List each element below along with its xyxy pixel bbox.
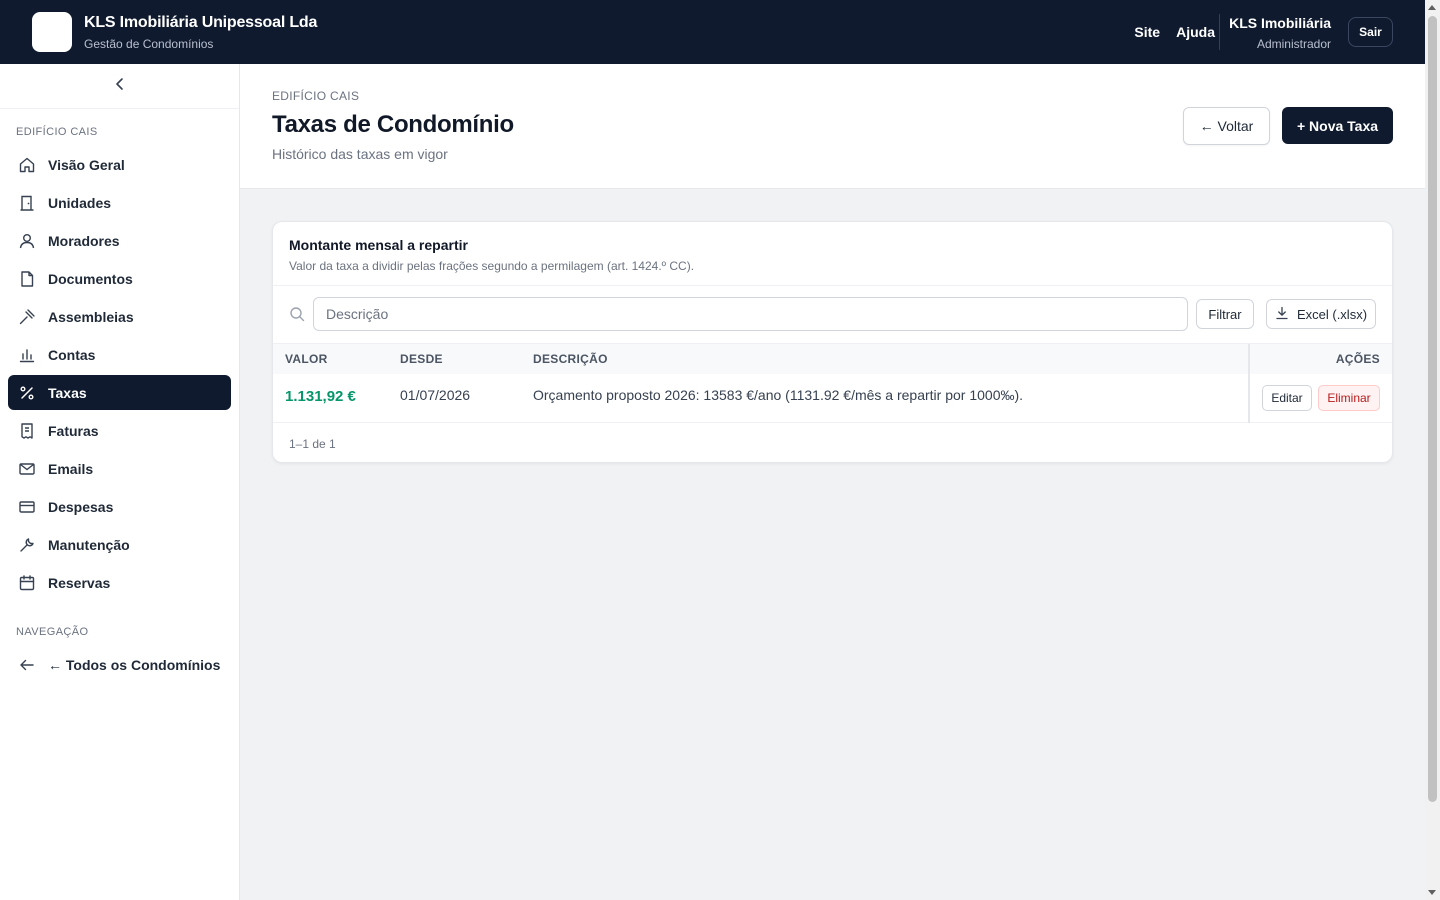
- back-button[interactable]: ← Voltar: [1183, 107, 1270, 145]
- fee-description: Orçamento proposto 2026: 13583 €/ano (11…: [533, 387, 1024, 403]
- sidebar-item-faturas[interactable]: Faturas: [8, 413, 231, 448]
- company-logo: [32, 12, 72, 52]
- user-info: KLS Imobiliária Administrador: [1229, 15, 1331, 51]
- scroll-up-arrow-icon[interactable]: [1428, 5, 1436, 10]
- sidebar-item-reservas[interactable]: Reservas: [8, 565, 231, 600]
- column-header-desde[interactable]: DESDE: [400, 344, 533, 374]
- percent-icon: [18, 384, 36, 402]
- gavel-icon: [18, 308, 36, 326]
- export-excel-button[interactable]: Excel (.xlsx): [1266, 299, 1376, 329]
- fees-table: VALOR DESDE DESCRIÇÃO AÇÕES 1.131,92 € 0…: [273, 344, 1392, 423]
- company-name: KLS Imobiliária Unipessoal Lda: [84, 14, 318, 31]
- sidebar-item-label: Despesas: [48, 498, 114, 515]
- sidebar-item-contas[interactable]: Contas: [8, 337, 231, 372]
- door-icon: [18, 194, 36, 212]
- row-actions: Editar Eliminar: [1248, 374, 1392, 422]
- sidebar-item-despesas[interactable]: Despesas: [8, 489, 231, 524]
- sidebar-item-label: Moradores: [48, 232, 120, 249]
- breadcrumb: EDIFÍCIO CAIS: [272, 89, 360, 103]
- receipt-icon: [18, 422, 36, 440]
- sidebar-item-label: Unidades: [48, 194, 112, 211]
- sidebar-item-label: ← Todos os Condomínios: [48, 656, 221, 673]
- filter-button[interactable]: Filtrar: [1196, 299, 1254, 329]
- user-name: KLS Imobiliária: [1229, 15, 1331, 31]
- search-input[interactable]: [313, 297, 1188, 331]
- sidebar-item-label: Documentos: [48, 270, 133, 287]
- search-icon: [289, 306, 305, 327]
- app-subtitle: Gestão de Condomínios: [84, 37, 214, 51]
- sidebar-item-all-condos[interactable]: ← Todos os Condomínios: [8, 647, 231, 682]
- page-scrollbar[interactable]: [1425, 0, 1440, 900]
- sidebar-item-assembleias[interactable]: Assembleias: [8, 299, 231, 334]
- sidebar-item-label: Manutenção: [48, 536, 130, 553]
- credit-card-icon: [18, 498, 36, 516]
- home-icon: [18, 156, 36, 174]
- bar-chart-icon: [18, 346, 36, 364]
- delete-button[interactable]: Eliminar: [1318, 385, 1380, 411]
- sidebar-item-manutencao[interactable]: Manutenção: [8, 527, 231, 562]
- page-subtitle: Histórico das taxas em vigor: [272, 146, 448, 162]
- export-excel-label: Excel (.xlsx): [1296, 306, 1368, 322]
- new-fee-button[interactable]: + Nova Taxa: [1282, 107, 1393, 144]
- sidebar-item-documentos[interactable]: Documentos: [8, 261, 231, 296]
- sidebar-item-label: Contas: [48, 346, 96, 363]
- fee-start-date: 01/07/2026: [400, 387, 471, 403]
- sidebar-item-label: Visão Geral: [48, 156, 125, 173]
- sidebar: EDIFÍCIO CAIS Visão Geral Unidades Morad…: [0, 64, 240, 900]
- sidebar-item-label: Assembleias: [48, 308, 134, 325]
- user-icon: [18, 232, 36, 250]
- fees-card: Montante mensal a repartir Valor da taxa…: [272, 221, 1393, 463]
- table-toolbar: Filtrar Excel (.xlsx): [273, 286, 1392, 344]
- user-role: Administrador: [1256, 37, 1331, 51]
- sidebar-item-visao-geral[interactable]: Visão Geral: [8, 147, 231, 182]
- card-title: Montante mensal a repartir: [289, 237, 468, 253]
- page-header: EDIFÍCIO CAIS Taxas de Condomínio Histór…: [240, 64, 1425, 189]
- chevron-left-icon[interactable]: [113, 77, 127, 96]
- sidebar-item-label: Emails: [48, 460, 94, 477]
- wrench-icon: [18, 536, 36, 554]
- file-icon: [18, 270, 36, 288]
- top-bar: KLS Imobiliária Unipessoal Lda Gestão de…: [0, 0, 1425, 64]
- card-subtitle: Valor da taxa a dividir pelas frações se…: [289, 259, 695, 273]
- sidebar-item-label: Taxas: [48, 384, 87, 401]
- table-row: 1.131,92 € 01/07/2026 Orçamento proposto…: [273, 374, 1392, 422]
- sidebar-item-unidades[interactable]: Unidades: [8, 185, 231, 220]
- sidebar-collapse-row: [0, 64, 239, 109]
- logout-button[interactable]: Sair: [1348, 17, 1393, 47]
- top-links: Site Ajuda: [1134, 0, 1215, 64]
- edit-button[interactable]: Editar: [1262, 385, 1312, 411]
- brand: KLS Imobiliária Unipessoal Lda Gestão de…: [84, 14, 317, 51]
- sidebar-item-label: Faturas: [48, 422, 99, 439]
- sidebar-item-taxas[interactable]: Taxas: [8, 375, 231, 410]
- arrow-left-icon: [18, 656, 36, 674]
- card-header: Montante mensal a repartir Valor da taxa…: [273, 222, 1392, 286]
- mail-icon: [18, 460, 36, 478]
- calendar-icon: [18, 574, 36, 592]
- page-title: Taxas de Condomínio: [272, 111, 514, 138]
- fee-value: 1.131,92 €: [285, 388, 356, 405]
- help-link[interactable]: Ajuda: [1176, 24, 1215, 40]
- sidebar-item-moradores[interactable]: Moradores: [8, 223, 231, 258]
- top-divider: [1219, 14, 1220, 50]
- pagination-info: 1–1 de 1: [289, 436, 336, 451]
- site-link[interactable]: Site: [1134, 24, 1160, 40]
- scroll-thumb[interactable]: [1428, 16, 1437, 802]
- sidebar-section-navigation: NAVEGAÇÃO: [16, 626, 89, 638]
- column-header-descricao[interactable]: DESCRIÇÃO: [533, 344, 1249, 374]
- sidebar-item-label: Reservas: [48, 574, 111, 591]
- sidebar-section-building: EDIFÍCIO CAIS: [16, 126, 98, 138]
- download-icon: [1275, 306, 1289, 323]
- column-header-acoes: AÇÕES: [1248, 344, 1392, 374]
- scroll-down-arrow-icon[interactable]: [1428, 890, 1436, 895]
- table-header-row: VALOR DESDE DESCRIÇÃO AÇÕES: [273, 344, 1392, 374]
- sidebar-item-emails[interactable]: Emails: [8, 451, 231, 486]
- column-header-valor[interactable]: VALOR: [273, 344, 400, 374]
